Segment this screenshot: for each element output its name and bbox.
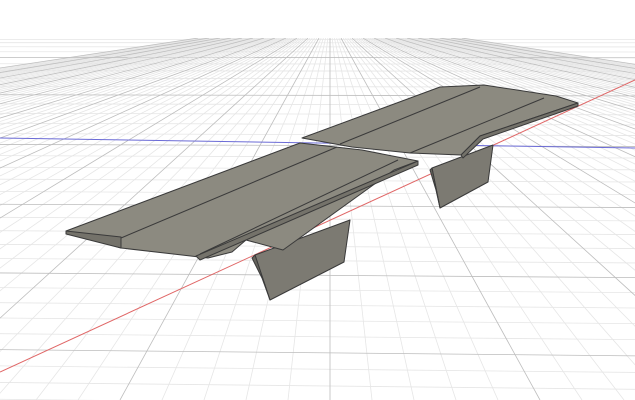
grid-line [0,365,635,373]
deck-segment-far[interactable] [301,84,579,159]
grid-line [0,302,635,309]
grid-line [0,349,635,357]
deck-segment-near[interactable] [65,142,419,261]
grid-line [0,63,635,65]
grid-line [0,382,635,390]
3d-viewport[interactable] [0,0,635,400]
viewport-canvas[interactable] [0,0,635,400]
